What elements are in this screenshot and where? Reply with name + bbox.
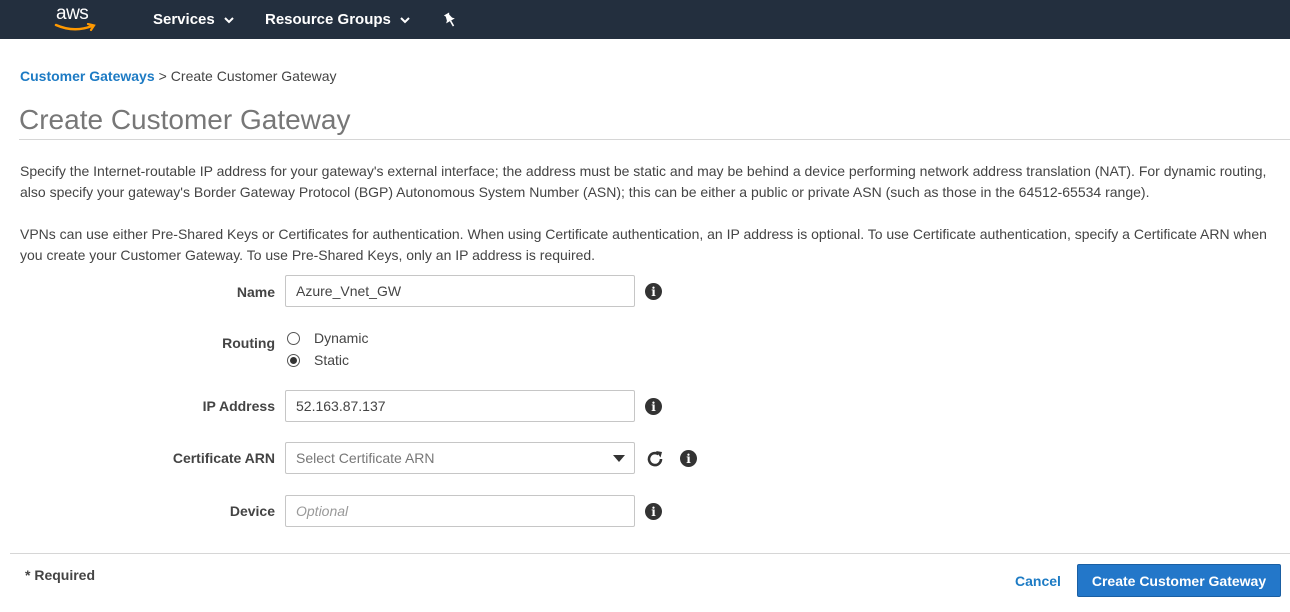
ip-address-label: IP Address	[202, 398, 275, 414]
caret-down-icon	[613, 455, 625, 462]
footer-divider	[10, 553, 1290, 554]
certificate-arn-label: Certificate ARN	[172, 450, 275, 466]
description-paragraph-1: Specify the Internet-routable IP address…	[20, 163, 1267, 200]
radio-unchecked-icon[interactable]	[287, 331, 300, 345]
info-icon[interactable]: i	[680, 450, 697, 467]
certificate-arn-placeholder: Select Certificate ARN	[296, 450, 435, 466]
nav-resource-groups-label: Resource Groups	[265, 11, 391, 28]
routing-static-radio[interactable]: Static	[287, 352, 349, 368]
routing-label: Routing	[222, 335, 275, 351]
chevron-down-icon	[400, 11, 410, 28]
cancel-button[interactable]: Cancel	[1015, 573, 1061, 589]
routing-dynamic-label: Dynamic	[314, 330, 369, 346]
title-divider	[19, 139, 1290, 140]
name-input[interactable]: Azure_Vnet_GW	[285, 275, 635, 307]
routing-static-label: Static	[314, 352, 350, 368]
breadcrumb-current: Create Customer Gateway	[170, 68, 337, 84]
device-label: Device	[229, 503, 275, 519]
info-icon[interactable]: i	[645, 283, 662, 300]
device-placeholder: Optional	[296, 503, 349, 519]
device-input[interactable]: Optional	[285, 495, 635, 527]
radio-checked-icon[interactable]	[287, 353, 300, 367]
name-input-value: Azure_Vnet_GW	[296, 283, 402, 299]
refresh-icon[interactable]	[645, 449, 665, 469]
info-icon[interactable]: i	[645, 503, 662, 520]
ip-address-input[interactable]: 52.163.87.137	[285, 390, 635, 422]
create-customer-gateway-button[interactable]: Create Customer Gateway	[1077, 564, 1281, 597]
top-nav: aws Services Resource Groups	[0, 0, 1290, 39]
page-title: Create Customer Gateway	[19, 104, 351, 135]
aws-smile-icon	[54, 23, 96, 32]
nav-resource-groups-menu[interactable]: Resource Groups	[265, 0, 410, 39]
certificate-arn-select[interactable]: Select Certificate ARN	[285, 442, 635, 474]
nav-services-label: Services	[153, 11, 215, 28]
info-icon[interactable]: i	[645, 398, 662, 415]
description-paragraph-2: VPNs can use either Pre-Shared Keys or C…	[20, 226, 1267, 263]
breadcrumb-customer-gateways-link[interactable]: Customer Gateways	[20, 68, 155, 84]
nav-services-menu[interactable]: Services	[153, 0, 234, 39]
aws-logo[interactable]: aws	[52, 2, 104, 36]
routing-dynamic-radio[interactable]: Dynamic	[287, 330, 368, 346]
required-note: * Required	[25, 567, 96, 583]
ip-address-value: 52.163.87.137	[296, 398, 386, 414]
breadcrumb-separator: >	[158, 68, 167, 84]
name-label: Name	[236, 284, 275, 300]
breadcrumb: Customer Gateways > Create Customer Gatewa…	[20, 68, 337, 84]
aws-logo-text: aws	[56, 3, 89, 24]
pin-icon[interactable]	[441, 0, 459, 39]
chevron-down-icon	[224, 11, 234, 28]
